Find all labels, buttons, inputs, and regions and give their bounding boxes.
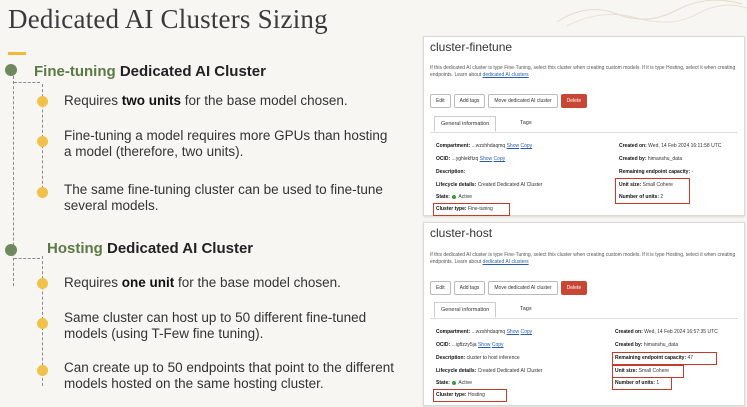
show-link[interactable]: Show	[478, 342, 491, 348]
bullet-dot	[37, 96, 48, 107]
tab-tags[interactable]: Tags	[514, 302, 538, 316]
lifecycle-field: Lifecycle details: Created Dedicated AI …	[436, 368, 543, 374]
edit-button[interactable]: Edit	[430, 281, 451, 295]
learn-link[interactable]: dedicated AI clusters	[483, 72, 529, 78]
hosting-heading: Hosting Dedicated AI Cluster	[47, 240, 254, 257]
lifecycle-field: Lifecycle details: Created Dedicated AI …	[436, 182, 543, 188]
finetuning-bullet-2: Fine-tuning a model requires more GPUs t…	[64, 128, 388, 159]
delete-button[interactable]: Delete	[560, 94, 588, 108]
delete-button[interactable]: Delete	[560, 281, 588, 295]
created-by-field: Created by: himanshu_data	[615, 342, 679, 348]
ocid-field: OCID: ...igftzzy5ja Show Copy	[436, 342, 504, 348]
bullet-dot	[37, 365, 48, 376]
ocid-field: OCID: ...yghlekftzq Show Copy	[436, 156, 506, 162]
remaining-capacity-field: Remaining endpoint capacity: -	[619, 169, 694, 175]
cluster-title: cluster-finetune	[430, 40, 513, 54]
active-status-icon	[452, 194, 457, 199]
edit-button[interactable]: Edit	[430, 94, 451, 108]
state-field: State: Active	[436, 194, 473, 200]
cluster-host-panel: cluster-host If this dedicated AI cluste…	[423, 222, 745, 406]
description-field: Description: cluster to host inference	[436, 355, 520, 361]
copy-link[interactable]: Copy	[492, 342, 504, 348]
cluster-title: cluster-host	[430, 226, 493, 240]
finetuning-bullet-3: The same fine-tuning cluster can be used…	[64, 182, 383, 213]
tab-general-information[interactable]: General information	[434, 116, 497, 132]
cluster-description-text: If this dedicated AI cluster is type Fin…	[430, 65, 736, 78]
hosting-bullet-1: Requires one unit for the base model cho…	[64, 275, 341, 290]
compartment-field: Compartment: ...wzshhdaqmq Show Copy	[436, 329, 533, 335]
state-field: State: Active	[436, 380, 473, 386]
bullet-dot	[37, 187, 48, 198]
title-accent-dash	[8, 52, 26, 55]
hosting-bullet-3: Can create up to 50 endpoints that point…	[64, 360, 394, 391]
slide-title: Dedicated AI Clusters Sizing	[8, 4, 328, 34]
copy-link[interactable]: Copy	[521, 329, 533, 335]
connector-line	[14, 258, 40, 259]
decorative-wave-graphic	[556, 0, 747, 27]
show-link[interactable]: Show	[480, 156, 493, 162]
remaining-capacity-highlight	[612, 352, 717, 365]
copy-link[interactable]: Copy	[521, 143, 533, 149]
show-link[interactable]: Show	[507, 143, 520, 149]
created-on-field: Created on: Wed, 14 Feb 2024 16:11:58 UT…	[619, 143, 722, 149]
description-field: Description:	[436, 169, 466, 175]
section-dot	[5, 64, 17, 76]
move-cluster-button[interactable]: Move dedicated AI cluster	[488, 94, 558, 108]
cluster-type-highlight	[433, 389, 507, 402]
bullet-dot	[37, 318, 48, 329]
finetuning-bullet-1: Requires two units for the base model ch…	[64, 93, 348, 108]
learn-link[interactable]: dedicated AI clusters	[483, 259, 529, 265]
bullet-dot	[37, 278, 48, 289]
units-highlight	[615, 178, 690, 204]
cluster-finetune-panel: cluster-finetune If this dedicated AI cl…	[423, 36, 745, 216]
cluster-type-highlight	[433, 203, 510, 216]
move-cluster-button[interactable]: Move dedicated AI cluster	[488, 281, 558, 295]
tab-general-information[interactable]: General information	[434, 302, 497, 318]
bullet-dot	[37, 136, 48, 147]
finetuning-heading: Fine-tuning Dedicated AI Cluster	[34, 63, 266, 80]
created-on-field: Created on: Wed, 14 Feb 2024 16:57:35 UT…	[615, 329, 718, 335]
copy-link[interactable]: Copy	[494, 156, 506, 162]
add-tags-button[interactable]: Add tags	[453, 281, 486, 295]
active-status-icon	[452, 380, 457, 385]
tab-tags[interactable]: Tags	[514, 116, 538, 130]
hosting-bullet-2: Same cluster can host up to 50 different…	[64, 310, 367, 341]
units-highlight	[612, 377, 672, 390]
cluster-description-text: If this dedicated AI cluster is type Fin…	[430, 252, 736, 265]
created-by-field: Created by: himanshu_data	[619, 156, 683, 162]
section-dot	[5, 244, 17, 256]
connector-line	[14, 82, 40, 83]
compartment-field: Compartment: ...wzshhdaqmq Show Copy	[436, 143, 533, 149]
add-tags-button[interactable]: Add tags	[453, 94, 486, 108]
show-link[interactable]: Show	[507, 329, 520, 335]
